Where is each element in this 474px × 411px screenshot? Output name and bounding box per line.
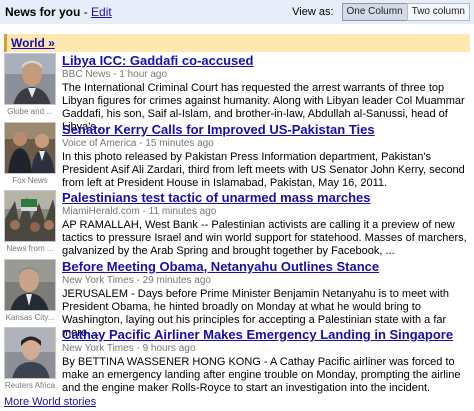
section-link-world[interactable]: World » (11, 36, 55, 50)
meeting-photo-icon (5, 123, 55, 173)
two-column-button[interactable]: Two column (406, 3, 470, 21)
story-meta: MiamiHerald.com - 11 minutes ago (62, 206, 217, 217)
more-stories-link[interactable]: More World stories (4, 396, 96, 408)
story-thumbnail[interactable] (4, 327, 56, 379)
portrait-photo-icon (5, 54, 55, 104)
story-item: Reuters Africa Cathay Pacific Airliner M… (4, 327, 470, 394)
view-as-label: View as: (292, 6, 334, 18)
story-thumbnail[interactable] (4, 53, 56, 105)
story-item: Kansas City... Before Meeting Obama, Net… (4, 259, 470, 339)
crowd-photo-icon (5, 191, 55, 241)
story-meta: New York Times - 29 minutes ago (62, 275, 211, 286)
story-image-credit: News from ... (6, 244, 54, 253)
story-meta: BBC News - 1 hour ago (62, 69, 168, 80)
story-snippet: In this photo released by Pakistan Press… (62, 151, 465, 189)
story-thumbnail[interactable] (4, 190, 56, 242)
story-meta: Voice of America - 15 minutes ago (62, 138, 214, 149)
story-image-credit: Globe and ... (7, 107, 53, 116)
one-column-button[interactable]: One Column (341, 3, 408, 21)
view-as-controls: View as: One Column Two column (292, 3, 470, 21)
portrait-photo-icon (5, 328, 55, 378)
story-item: News from ... Palestinians test tactic o… (4, 190, 470, 257)
story-thumbnail[interactable] (4, 259, 56, 311)
story-snippet: By BETTINA WASSENER HONG KONG - A Cathay… (62, 356, 461, 394)
story-item: Globe and ... Libya ICC: Gaddafi co-accu… (4, 53, 470, 133)
story-item: Fox News Senator Kerry Calls for Improve… (4, 122, 470, 189)
story-snippet: AP RAMALLAH, West Bank -- Palestinian ac… (62, 219, 467, 257)
page-title-text: News for you (5, 5, 81, 19)
page-title: News for you - Edit (5, 5, 112, 19)
edit-link[interactable]: Edit (91, 5, 112, 19)
story-image-credit: Kansas City... (5, 313, 55, 322)
story-image-credit: Fox News (12, 176, 48, 185)
story-headline-link[interactable]: Senator Kerry Calls for Improved US-Paki… (62, 122, 470, 137)
story-thumbnail[interactable] (4, 122, 56, 174)
story-headline-link[interactable]: Palestinians test tactic of unarmed mass… (62, 190, 470, 205)
section-header-world: World » (4, 34, 470, 52)
story-headline-link[interactable]: Libya ICC: Gaddafi co-accused (62, 53, 470, 68)
portrait-photo-icon (5, 260, 55, 310)
story-headline-link[interactable]: Cathay Pacific Airliner Makes Emergency … (62, 327, 470, 342)
top-bar: News for you - Edit View as: One Column … (0, 0, 474, 24)
story-headline-link[interactable]: Before Meeting Obama, Netanyahu Outlines… (62, 259, 470, 274)
story-image-credit: Reuters Africa (4, 381, 56, 390)
title-separator: - (80, 5, 92, 19)
story-meta: New York Times - 9 hours ago (62, 343, 196, 354)
